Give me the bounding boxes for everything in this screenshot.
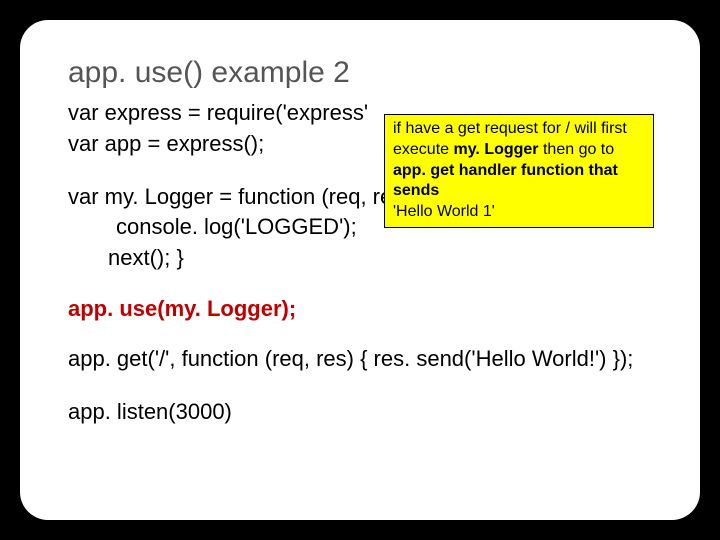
annotation-callout: if have a get request for / will first e… bbox=[384, 114, 654, 228]
callout-bold: my. Logger bbox=[453, 141, 538, 158]
code-highlight: app. use(my. Logger); bbox=[68, 296, 652, 322]
slide-title: app. use() example 2 bbox=[68, 56, 652, 90]
callout-bold: app. get handler function that sends bbox=[393, 162, 618, 200]
callout-text: then go to bbox=[539, 141, 615, 158]
code-line: next(); } bbox=[68, 243, 652, 274]
callout-text: 'Hello World 1' bbox=[393, 203, 495, 220]
code-line: app. listen(3000) bbox=[68, 397, 652, 428]
code-line: app. get('/', function (req, res) { res.… bbox=[68, 344, 652, 375]
slide: app. use() example 2 var express = requi… bbox=[20, 20, 700, 520]
code-block-3: app. get('/', function (req, res) { res.… bbox=[68, 344, 652, 375]
